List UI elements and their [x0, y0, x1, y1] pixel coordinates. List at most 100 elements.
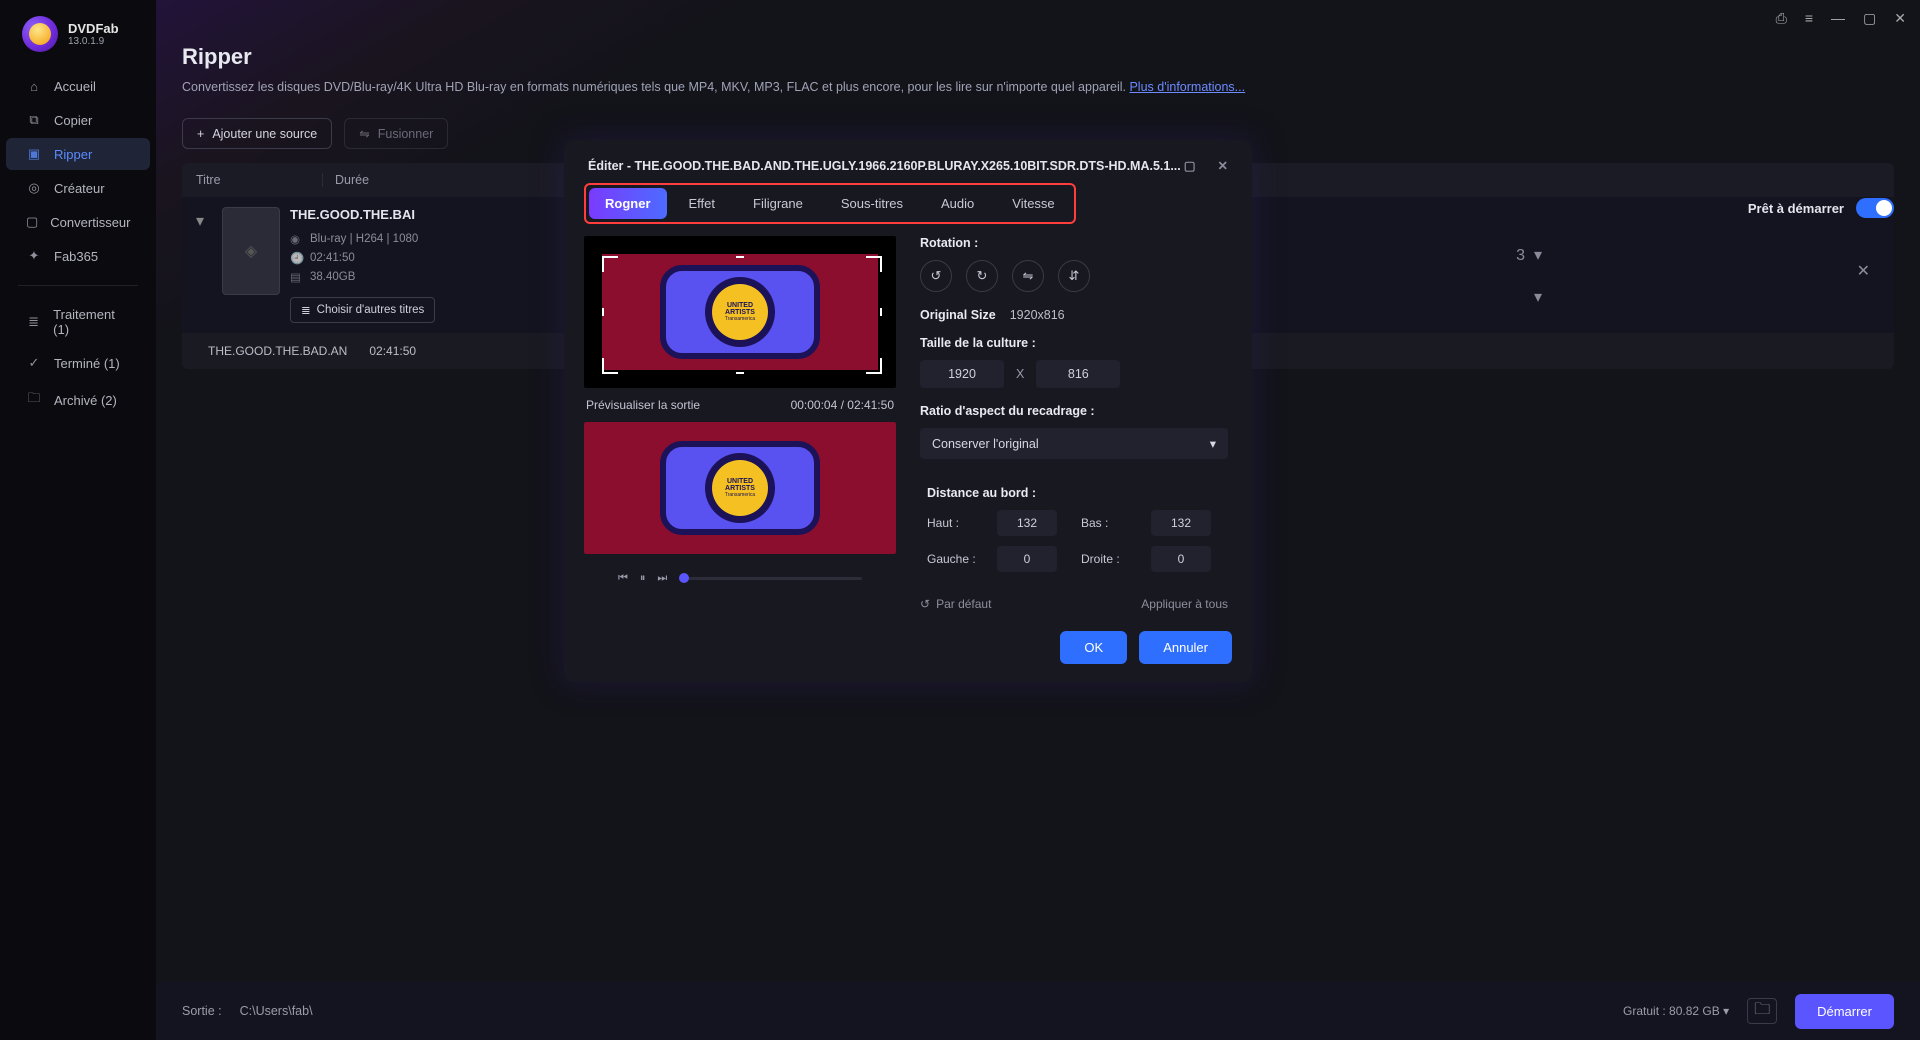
dist-top-label: Haut : [927, 516, 983, 530]
creator-icon: ◎ [26, 180, 42, 196]
dist-left-input[interactable] [997, 546, 1057, 572]
aspect-ratio-select[interactable]: Conserver l'original ▾ [920, 428, 1228, 459]
sidebar: DVDFab 13.0.1.9 ⌂Accueil ⧉Copier ▣Ripper… [0, 0, 156, 1040]
copy-icon: ⧉ [26, 112, 42, 128]
prev-frame-button[interactable]: ⏮ [618, 572, 628, 585]
convert-icon: ▢ [26, 214, 38, 230]
tab-filigrane[interactable]: Filigrane [737, 188, 819, 219]
sidebar-item-archive[interactable]: 🗀Archivé (2) [6, 381, 150, 419]
distance-label: Distance au bord : [927, 486, 1221, 500]
crop-handle-tl[interactable] [602, 256, 618, 272]
output-preview: UNITEDARTISTSTransamerica [584, 422, 896, 554]
minimize-icon[interactable]: — [1831, 10, 1845, 27]
crop-height-input[interactable] [1036, 360, 1120, 388]
cancel-button[interactable]: Annuler [1139, 631, 1232, 664]
modal-title: Éditer - THE.GOOD.THE.BAD.AND.THE.UGLY.1… [588, 159, 1181, 173]
crop-handle-bottom[interactable] [736, 372, 744, 374]
item-title: THE.GOOD.THE.BAI [290, 207, 430, 222]
apply-all-button[interactable]: Appliquer à tous [1141, 597, 1228, 611]
start-button[interactable]: Démarrer [1795, 994, 1894, 1029]
tab-audio[interactable]: Audio [925, 188, 990, 219]
tab-effet[interactable]: Effet [673, 188, 732, 219]
crop-width-input[interactable] [920, 360, 1004, 388]
reset-default-button[interactable]: ↺Par défaut [920, 597, 991, 611]
flip-vertical-button[interactable]: ⇵ [1058, 260, 1090, 292]
queue-toggle[interactable] [1856, 198, 1894, 218]
brand-name: DVDFab [68, 21, 119, 36]
crop-handle-top[interactable] [736, 256, 744, 258]
add-source-button[interactable]: +Ajouter une source [182, 118, 332, 149]
sidebar-item-accueil[interactable]: ⌂Accueil [6, 71, 150, 102]
choose-titles-button[interactable]: ≣Choisir d'autres titres [290, 297, 435, 323]
sidebar-item-convertisseur[interactable]: ▢Convertisseur [6, 206, 150, 238]
maximize-icon[interactable]: ▢ [1863, 10, 1876, 27]
app-logo: DVDFab 13.0.1.9 [0, 16, 156, 70]
track-dropdown[interactable]: 3 ▾ [1516, 245, 1542, 265]
item-remove-button[interactable]: ✕ [1857, 261, 1870, 281]
crop-preview[interactable]: UNITEDARTISTSTransamerica [584, 236, 896, 388]
list-icon: ≣ [301, 303, 311, 317]
free-space[interactable]: Gratuit : 80.82 GB ▾ [1623, 1004, 1729, 1018]
crop-handle-left[interactable] [602, 308, 604, 316]
page-subtitle: Convertissez les disques DVD/Blu-ray/4K … [182, 80, 1894, 94]
track-name: THE.GOOD.THE.BAD.AN [208, 344, 347, 358]
expand-toggle[interactable]: ▾ [196, 207, 212, 323]
edit-modal: Éditer - THE.GOOD.THE.BAD.AND.THE.UGLY.1… [564, 140, 1252, 682]
crop-handle-br[interactable] [866, 358, 882, 374]
aspect-label: Ratio d'aspect du recadrage : [920, 404, 1228, 418]
col-title: Titre [196, 173, 322, 187]
modal-maximize-icon[interactable]: ▢ [1184, 158, 1196, 173]
ok-button[interactable]: OK [1060, 631, 1127, 664]
size-icon: ▤ [290, 270, 302, 284]
footer-bar: Sortie : C:\Users\fab\ Gratuit : 80.82 G… [156, 982, 1920, 1040]
rotate-ccw-button[interactable]: ↺ [920, 260, 952, 292]
preview-player-controls: ⏮ ⏸ ⏭ [584, 554, 896, 587]
menu-icon[interactable]: ≡ [1805, 10, 1813, 27]
print-icon[interactable]: ⎙ [1776, 10, 1787, 27]
next-frame-button[interactable]: ⏭ [657, 572, 667, 585]
sidebar-item-copier[interactable]: ⧉Copier [6, 104, 150, 136]
more-info-link[interactable]: Plus d'informations... [1129, 80, 1245, 94]
done-icon: ✓ [26, 355, 42, 371]
track-duration: 02:41:50 [369, 344, 416, 358]
rotate-cw-button[interactable]: ↻ [966, 260, 998, 292]
dist-right-input[interactable] [1151, 546, 1211, 572]
ripper-icon: ▣ [26, 146, 42, 162]
disc-icon: ◉ [290, 232, 302, 246]
sidebar-item-fab365[interactable]: ✦Fab365 [6, 240, 150, 272]
content-area: ⎙ ≡ — ▢ ✕ Ripper Convertissez les disque… [156, 0, 1920, 1040]
x-separator: X [1016, 367, 1024, 381]
tab-rogner[interactable]: Rogner [589, 188, 667, 219]
sidebar-item-traitement[interactable]: ≣Traitement (1) [6, 299, 150, 345]
item-duration: 02:41:50 [310, 252, 355, 264]
item-size: 38.40GB [310, 271, 355, 283]
dist-bottom-input[interactable] [1151, 510, 1211, 536]
secondary-dropdown[interactable]: ▾ [1534, 287, 1542, 307]
dist-right-label: Droite : [1081, 552, 1137, 566]
dist-left-label: Gauche : [927, 552, 983, 566]
dist-top-input[interactable] [997, 510, 1057, 536]
preview-time: 00:00:04 / 02:41:50 [791, 398, 894, 412]
browse-folder-button[interactable]: 🗀 [1747, 998, 1777, 1024]
preview-output-label: Prévisualiser la sortie [586, 398, 700, 412]
crop-handle-tr[interactable] [866, 256, 882, 272]
output-path[interactable]: C:\Users\fab\ [240, 1004, 313, 1018]
close-icon[interactable]: ✕ [1894, 10, 1906, 27]
tab-vitesse[interactable]: Vitesse [996, 188, 1070, 219]
tab-sous-titres[interactable]: Sous-titres [825, 188, 919, 219]
output-label: Sortie : [182, 1004, 222, 1018]
play-pause-button[interactable]: ⏸ [640, 572, 646, 585]
sidebar-item-createur[interactable]: ◎Créateur [6, 172, 150, 204]
crop-handle-right[interactable] [880, 308, 882, 316]
merge-icon: ⇋ [359, 126, 369, 141]
modal-close-icon[interactable]: ✕ [1218, 158, 1228, 173]
crop-handle-bl[interactable] [602, 358, 618, 374]
dist-bottom-label: Bas : [1081, 516, 1137, 530]
processing-icon: ≣ [26, 314, 41, 330]
seek-bar[interactable] [679, 577, 862, 580]
chevron-down-icon: ▾ [1210, 436, 1216, 451]
flip-horizontal-button[interactable]: ⇋ [1012, 260, 1044, 292]
sidebar-item-ripper[interactable]: ▣Ripper [6, 138, 150, 170]
sidebar-item-termine[interactable]: ✓Terminé (1) [6, 347, 150, 379]
merge-button[interactable]: ⇋Fusionner [344, 118, 448, 149]
